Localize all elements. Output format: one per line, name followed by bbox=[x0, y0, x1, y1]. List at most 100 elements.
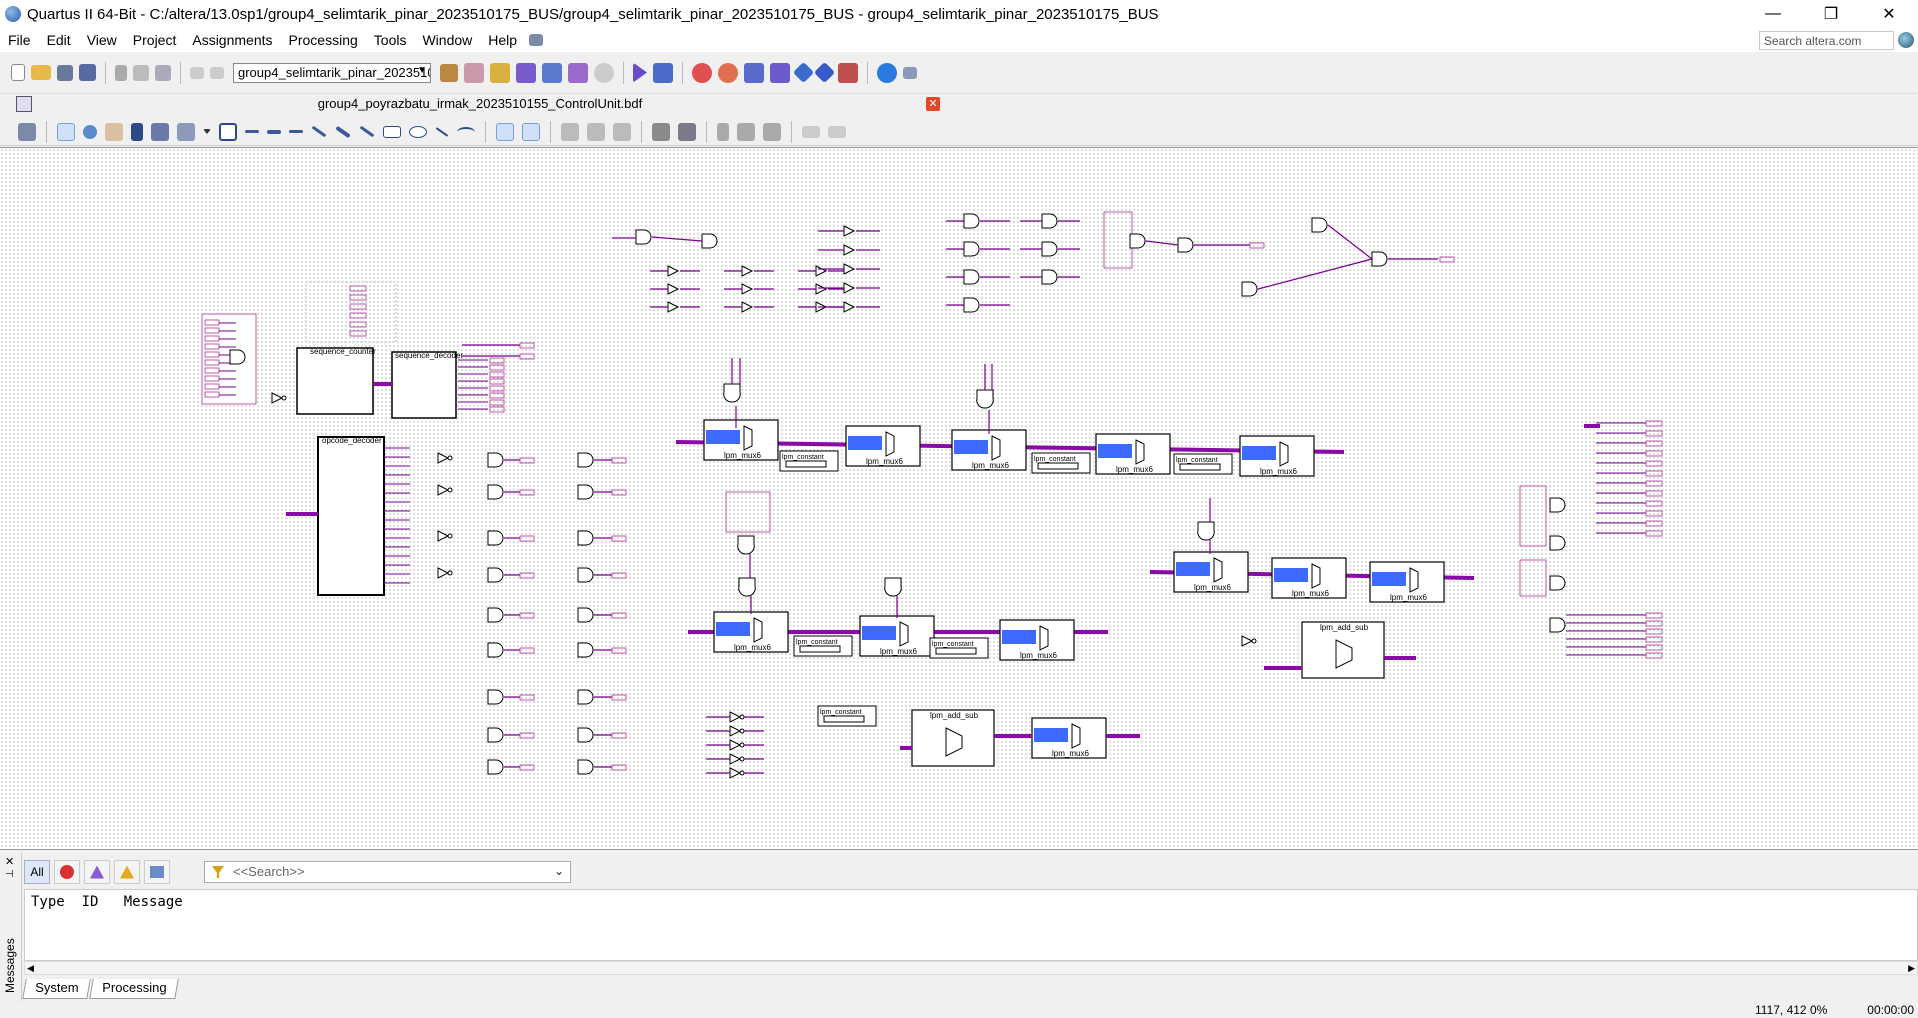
help-icon[interactable] bbox=[877, 62, 897, 83]
block-tool-icon[interactable] bbox=[219, 122, 237, 141]
and-gate bbox=[1311, 217, 1328, 233]
flip-vertical-icon[interactable] bbox=[587, 122, 605, 141]
globe-icon[interactable] bbox=[1898, 32, 1914, 48]
zoom-tool-icon[interactable] bbox=[83, 124, 97, 139]
assembler-icon[interactable] bbox=[653, 62, 673, 83]
menu-tools[interactable]: Tools bbox=[366, 32, 415, 48]
io-pin bbox=[1645, 510, 1663, 517]
altera-search-input[interactable]: Search altera.com bbox=[1759, 31, 1894, 50]
diagonal-node-icon[interactable] bbox=[311, 125, 327, 138]
chip-planner-icon[interactable] bbox=[464, 62, 484, 83]
copy-drawing-icon[interactable] bbox=[737, 122, 755, 141]
timer-icon[interactable] bbox=[718, 62, 738, 83]
arc-tool-icon[interactable] bbox=[457, 126, 475, 137]
save-drawing-icon[interactable] bbox=[652, 122, 670, 141]
redo-icon[interactable] bbox=[210, 66, 224, 79]
orthogonal-node-icon[interactable] bbox=[245, 130, 259, 133]
synthesis-icon[interactable] bbox=[542, 62, 562, 83]
undo-drawing-icon[interactable] bbox=[802, 125, 820, 138]
analysis-icon[interactable] bbox=[516, 62, 536, 83]
programmer-icon[interactable] bbox=[813, 61, 836, 84]
rotate-icon[interactable] bbox=[613, 122, 631, 141]
filter-all-button[interactable]: All bbox=[24, 860, 50, 884]
fitter-icon[interactable] bbox=[568, 62, 588, 83]
schematic-canvas[interactable]: sequence_counter sequence_decoder opcode_d… bbox=[0, 147, 1918, 850]
scroll-right-icon[interactable]: ▶ bbox=[1908, 963, 1915, 974]
orthogonal-bus-icon[interactable] bbox=[267, 129, 281, 134]
schematic-drawing[interactable]: sequence_counter sequence_decoder opcode_d… bbox=[0, 148, 1918, 850]
chevron-down-icon[interactable]: ⌄ bbox=[554, 864, 564, 878]
paste-icon[interactable] bbox=[155, 64, 171, 81]
selection-tool-icon[interactable] bbox=[57, 122, 75, 141]
dropdown-icon[interactable] bbox=[203, 129, 211, 134]
tab-processing[interactable]: Processing bbox=[89, 979, 180, 999]
document-tab[interactable]: group4_poyrazbatu_irmak_2023510155_Contr… bbox=[0, 94, 960, 116]
symbol-tool-icon[interactable] bbox=[151, 122, 169, 141]
menu-help[interactable]: Help bbox=[480, 32, 525, 48]
pin-tool-icon[interactable] bbox=[177, 122, 195, 141]
netlist-icon[interactable] bbox=[770, 62, 790, 83]
menu-project[interactable]: Project bbox=[125, 32, 185, 48]
paste-drawing-icon[interactable] bbox=[763, 122, 781, 141]
line-tool-icon[interactable] bbox=[435, 126, 449, 137]
minimize-button[interactable]: — bbox=[1744, 0, 1802, 28]
horizontal-scrollbar[interactable]: ◀ ▶ bbox=[24, 961, 1918, 975]
diagonal-bus-icon[interactable] bbox=[335, 125, 351, 138]
messages-icon[interactable] bbox=[903, 66, 917, 79]
lpm-mux6-label: lpm_mux6 bbox=[1390, 593, 1427, 602]
critical-warning-filter-icon[interactable] bbox=[84, 860, 110, 884]
scroll-left-icon[interactable]: ◀ bbox=[27, 963, 34, 974]
wand-icon[interactable] bbox=[490, 62, 510, 83]
text-tool-icon[interactable] bbox=[131, 122, 143, 141]
start-compilation-icon[interactable] bbox=[633, 62, 647, 83]
lpm-add-sub-label: lpm_add_sub bbox=[930, 711, 979, 720]
lpm-mux6-label: lpm_mux6 bbox=[972, 461, 1009, 470]
ellipse-tool-icon[interactable] bbox=[409, 125, 427, 138]
stop-icon[interactable] bbox=[594, 62, 614, 83]
timing-analyzer-icon[interactable] bbox=[692, 62, 712, 83]
cut-drawing-icon[interactable] bbox=[717, 122, 729, 141]
menu-view[interactable]: View bbox=[79, 32, 125, 48]
close-document-icon[interactable]: ✕ bbox=[926, 97, 940, 111]
pin-panel-icon[interactable]: ⊣ bbox=[5, 869, 14, 880]
flip-horizontal-icon[interactable] bbox=[561, 122, 579, 141]
signaltap-icon[interactable] bbox=[838, 62, 858, 83]
rubberbanding-icon[interactable] bbox=[496, 122, 514, 141]
message-search-input[interactable]: <<Search>> ⌄ bbox=[204, 861, 571, 883]
close-panel-icon[interactable]: ✕ bbox=[5, 855, 14, 868]
menu-processing[interactable]: Processing bbox=[281, 32, 366, 48]
new-file-icon[interactable] bbox=[11, 64, 25, 81]
redo-drawing-icon[interactable] bbox=[828, 125, 846, 138]
detach-window-icon[interactable] bbox=[18, 122, 36, 141]
cut-icon[interactable] bbox=[115, 64, 127, 81]
undo-icon[interactable] bbox=[190, 66, 204, 79]
diagonal-conduit-icon[interactable] bbox=[359, 125, 375, 138]
rectangle-tool-icon[interactable] bbox=[383, 125, 401, 138]
tab-system[interactable]: System bbox=[22, 979, 92, 999]
whats-this-icon[interactable] bbox=[529, 34, 544, 46]
restore-button[interactable]: ❐ bbox=[1802, 0, 1860, 28]
save-all-icon[interactable] bbox=[79, 64, 96, 81]
menu-assignments[interactable]: Assignments bbox=[184, 32, 280, 48]
open-folder-icon[interactable] bbox=[31, 65, 51, 80]
warning-filter-icon[interactable] bbox=[114, 860, 140, 884]
mux-symbol bbox=[1135, 439, 1145, 465]
hand-tool-icon[interactable] bbox=[105, 122, 123, 141]
project-selector[interactable]: group4_selimtarik_pinar_2023510175_BUS ▼ bbox=[233, 62, 431, 83]
error-filter-icon[interactable] bbox=[54, 860, 80, 884]
save-icon[interactable] bbox=[57, 64, 73, 81]
menu-window[interactable]: Window bbox=[414, 32, 480, 48]
close-button[interactable]: ✕ bbox=[1860, 0, 1918, 28]
menu-file[interactable]: File bbox=[0, 32, 39, 48]
orthogonal-conduit-icon[interactable] bbox=[289, 130, 303, 133]
suppressed-filter-icon[interactable] bbox=[144, 860, 170, 884]
block-editor-toolbar bbox=[0, 118, 1918, 146]
print-icon[interactable] bbox=[678, 122, 696, 141]
menu-edit[interactable]: Edit bbox=[39, 32, 79, 48]
io-pin bbox=[489, 378, 505, 385]
pin-planner-icon[interactable] bbox=[792, 61, 815, 84]
copy-icon[interactable] bbox=[133, 64, 149, 81]
partial-line-select-icon[interactable] bbox=[522, 122, 540, 141]
rtl-viewer-icon[interactable] bbox=[744, 62, 764, 83]
settings-icon[interactable] bbox=[440, 63, 458, 82]
